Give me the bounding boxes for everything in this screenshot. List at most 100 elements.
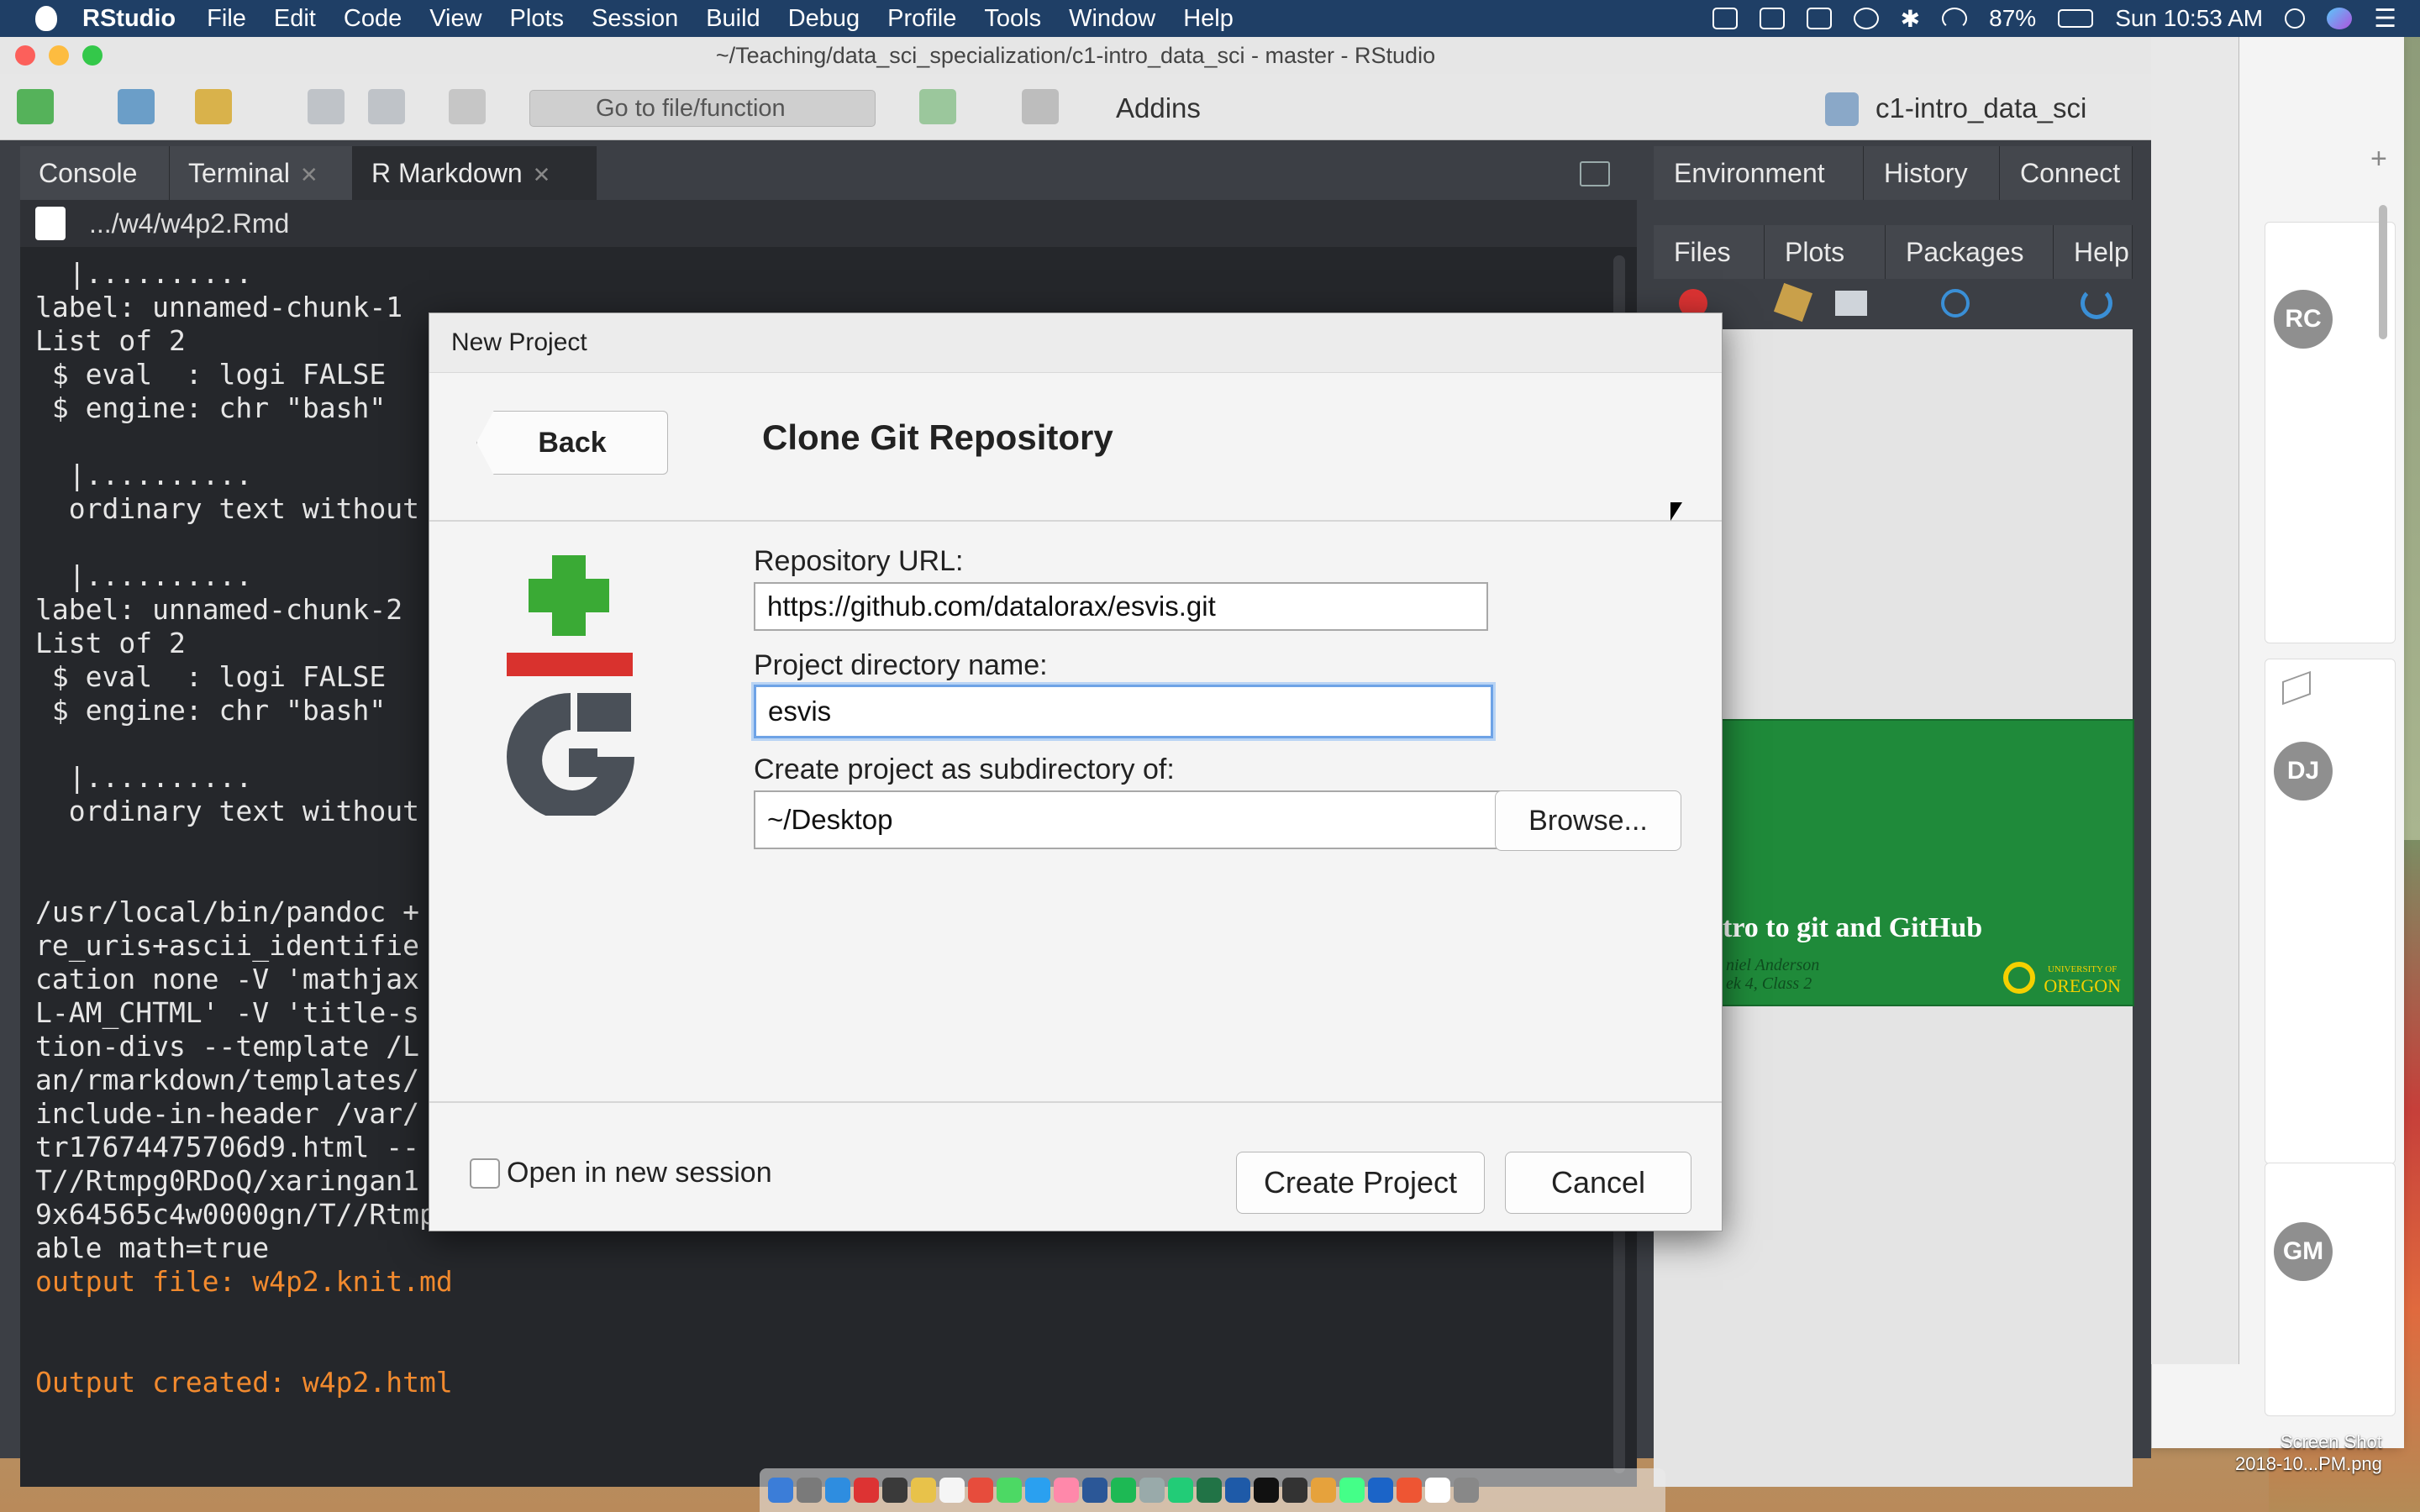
- menu-view[interactable]: View: [429, 5, 481, 33]
- maximize-pane-icon[interactable]: [1580, 161, 1610, 186]
- message-card[interactable]: RC: [2265, 222, 2396, 643]
- dock-app-icon[interactable]: [1368, 1478, 1393, 1503]
- dock-app-icon[interactable]: [997, 1478, 1022, 1503]
- repository-url-input[interactable]: [754, 582, 1488, 631]
- menu-window[interactable]: Window: [1069, 5, 1155, 33]
- new-tab-plus-icon[interactable]: +: [2370, 144, 2396, 173]
- siri-icon[interactable]: [2327, 8, 2353, 29]
- menu-tools[interactable]: Tools: [984, 5, 1041, 33]
- tab-packages[interactable]: Packages: [1886, 225, 2054, 279]
- broom-icon[interactable]: [1773, 282, 1813, 323]
- dock-app-icon[interactable]: [939, 1478, 965, 1503]
- menu-code[interactable]: Code: [344, 5, 402, 33]
- menubar-clock[interactable]: Sun 10:53 AM: [2115, 5, 2263, 32]
- project-directory-input[interactable]: [754, 685, 1493, 738]
- menu-help[interactable]: Help: [1183, 5, 1234, 33]
- new-project-icon[interactable]: [118, 89, 155, 124]
- go-to-file-input[interactable]: Go to file/function: [529, 90, 876, 127]
- menu-edit[interactable]: Edit: [274, 5, 316, 33]
- menu-app-name[interactable]: RStudio: [82, 5, 176, 33]
- airplay-icon[interactable]: [1806, 8, 1832, 29]
- tab-terminal[interactable]: Terminal ✕: [170, 146, 353, 200]
- dock-app-icon[interactable]: [1111, 1478, 1136, 1503]
- dock-app-icon[interactable]: [882, 1478, 908, 1503]
- close-window-button[interactable]: [15, 45, 35, 66]
- dock-app-icon[interactable]: [1197, 1478, 1222, 1503]
- dock-app-icon[interactable]: [1139, 1478, 1165, 1503]
- apple-icon[interactable]: [35, 6, 57, 31]
- bluetooth-icon[interactable]: ✱: [1901, 5, 1920, 33]
- battery-percent[interactable]: 87%: [1989, 5, 2036, 32]
- menu-plots[interactable]: Plots: [510, 5, 564, 33]
- dock-app-icon[interactable]: [1168, 1478, 1193, 1503]
- cancel-button[interactable]: Cancel: [1505, 1152, 1691, 1214]
- open-file-icon[interactable]: [195, 89, 232, 124]
- addins-menu[interactable]: Addins: [1116, 92, 1201, 124]
- close-tab-icon[interactable]: ✕: [300, 162, 318, 187]
- dock-app-icon[interactable]: [1054, 1478, 1079, 1503]
- dock-app-icon[interactable]: [1425, 1478, 1450, 1503]
- desktop-file-label[interactable]: Screen Shot 2018-10...PM.png: [2235, 1431, 2382, 1475]
- minimize-window-button[interactable]: [49, 45, 69, 66]
- tab-environment[interactable]: Environment: [1654, 146, 1864, 200]
- pane-layout-icon[interactable]: [1022, 89, 1059, 124]
- dock-app-icon[interactable]: [968, 1478, 993, 1503]
- wifi-icon[interactable]: [1942, 8, 1968, 29]
- tab-plots[interactable]: Plots: [1765, 225, 1886, 279]
- battery-icon[interactable]: [2058, 9, 2094, 28]
- open-new-session-checkbox[interactable]: [470, 1158, 500, 1189]
- clock-history-icon[interactable]: [1853, 8, 1879, 29]
- tab-connections[interactable]: Connect: [2000, 146, 2133, 200]
- tab-files[interactable]: Files: [1654, 225, 1765, 279]
- dock-app-icon[interactable]: [911, 1478, 936, 1503]
- dock-app-icon[interactable]: [1025, 1478, 1050, 1503]
- dock-app-icon[interactable]: [825, 1478, 850, 1503]
- back-button[interactable]: Back: [476, 411, 668, 475]
- message-card[interactable]: GM: [2265, 1163, 2396, 1416]
- menu-session[interactable]: Session: [592, 5, 678, 33]
- tab-history[interactable]: History: [1864, 146, 2000, 200]
- dock-app-icon[interactable]: [1454, 1478, 1479, 1503]
- tab-help[interactable]: Help: [2054, 225, 2133, 279]
- dropbox-icon[interactable]: [1712, 8, 1738, 29]
- print-icon[interactable]: [449, 89, 486, 124]
- slide-preview[interactable]: tro to git and GitHub niel Anderson ek 4…: [1721, 719, 2134, 1006]
- publish-icon[interactable]: [1941, 289, 1970, 318]
- dock-app-icon[interactable]: [854, 1478, 879, 1503]
- export-icon[interactable]: [1835, 291, 1867, 316]
- dock-app-icon[interactable]: [1225, 1478, 1250, 1503]
- save-all-icon[interactable]: [368, 89, 405, 124]
- scrollbar[interactable]: [2379, 205, 2387, 339]
- tab-r-markdown[interactable]: R Markdown ✕: [353, 146, 597, 200]
- new-file-icon[interactable]: [17, 89, 54, 124]
- zoom-window-button[interactable]: [82, 45, 103, 66]
- rmd-file-path[interactable]: .../w4/w4p2.Rmd: [89, 200, 289, 247]
- dock-app-icon[interactable]: [1082, 1478, 1107, 1503]
- background-window[interactable]: [2151, 37, 2239, 1364]
- dock-app-icon[interactable]: [768, 1478, 793, 1503]
- dock-app-icon[interactable]: [797, 1478, 822, 1503]
- open-new-session-label[interactable]: Open in new session: [507, 1157, 772, 1189]
- close-tab-icon[interactable]: ✕: [533, 162, 551, 187]
- tab-console[interactable]: Console: [20, 146, 170, 200]
- notification-center-icon[interactable]: ☰: [2374, 4, 2396, 34]
- spotlight-search-icon[interactable]: [2285, 8, 2306, 29]
- browse-button[interactable]: Browse...: [1495, 790, 1681, 851]
- save-icon[interactable]: [308, 89, 345, 124]
- menu-debug[interactable]: Debug: [788, 5, 860, 33]
- dock-app-icon[interactable]: [1339, 1478, 1365, 1503]
- send-icon[interactable]: [2282, 670, 2311, 706]
- menu-profile[interactable]: Profile: [887, 5, 956, 33]
- create-project-button[interactable]: Create Project: [1236, 1152, 1485, 1214]
- message-card[interactable]: DJ: [2265, 659, 2396, 1164]
- menu-build[interactable]: Build: [706, 5, 760, 33]
- insert-chunk-icon[interactable]: [919, 89, 956, 124]
- dock-app-icon[interactable]: [1311, 1478, 1336, 1503]
- dock-app-icon[interactable]: [1254, 1478, 1279, 1503]
- dock-app-icon[interactable]: [1282, 1478, 1307, 1503]
- dock-app-icon[interactable]: [1397, 1478, 1422, 1503]
- project-menu[interactable]: c1-intro_data_sci: [1876, 92, 2086, 124]
- refresh-icon[interactable]: [2081, 287, 2112, 319]
- time-machine-sync-icon[interactable]: [1759, 8, 1785, 29]
- menu-file[interactable]: File: [207, 5, 246, 33]
